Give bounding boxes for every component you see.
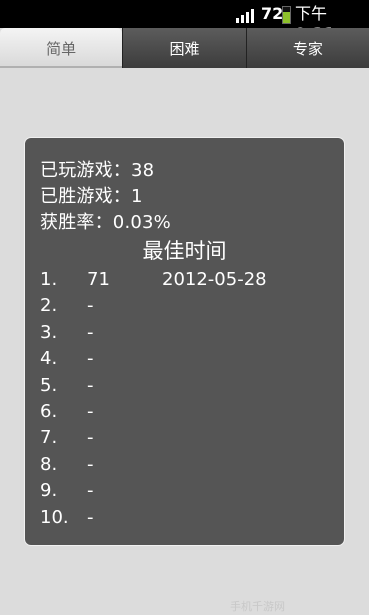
list-item: 7. - <box>40 425 344 451</box>
watermark: 手机千游网 <box>230 600 285 613</box>
best-time-value: 71 <box>87 269 110 290</box>
list-item: 3. - <box>40 320 344 346</box>
list-item: 2. - <box>40 293 344 319</box>
rank-number: 5. <box>40 374 58 396</box>
battery-icon <box>282 6 291 24</box>
status-bar: 72 下午 9:31 <box>0 0 369 43</box>
list-item: 8. - <box>40 452 344 478</box>
best-time-value: - <box>87 506 94 528</box>
best-times-title: 最佳时间 <box>142 239 227 263</box>
list-item: 1. 71 2012-05-28 <box>40 267 344 293</box>
rank-number: 2. <box>40 295 58 317</box>
rank-number: 3. <box>40 321 58 343</box>
best-time-value: - <box>87 374 94 396</box>
best-time-value: - <box>87 348 94 370</box>
rank-number: 6. <box>40 400 58 422</box>
rank-number: 7. <box>40 427 58 449</box>
list-item: 4. - <box>40 346 344 372</box>
tab-hard[interactable]: 困难 <box>122 28 246 68</box>
win-rate: 获胜率：0.03% <box>40 212 171 233</box>
best-time-value: - <box>87 427 94 449</box>
best-times-list: 1. 71 2012-05-28 2. -3. -4. -5. -6. -7. -8. -9. -10… <box>40 267 344 531</box>
best-time-date: 2012-05-28 <box>162 269 267 290</box>
difficulty-tabs: 简单 困难 专家 <box>0 28 369 68</box>
best-time-value: - <box>87 453 94 475</box>
best-time-value: - <box>87 321 94 343</box>
best-time-value: - <box>87 400 94 422</box>
games-played: 已玩游戏：38 <box>40 160 155 181</box>
signal-icon <box>236 7 258 23</box>
tab-expert[interactable]: 专家 <box>245 28 369 68</box>
tab-easy[interactable]: 简单 <box>0 28 123 68</box>
rank-number: 4. <box>40 348 58 370</box>
rank-number: 8. <box>40 453 58 475</box>
rank-number: 10. <box>40 506 69 528</box>
list-item: 6. - <box>40 399 344 425</box>
list-item: 10. - <box>40 505 344 531</box>
best-time-value: - <box>87 295 94 317</box>
battery-percent: 72 <box>261 4 284 23</box>
list-item: 5. - <box>40 373 344 399</box>
games-won: 已胜游戏：1 <box>40 186 143 207</box>
statistics-panel: 已玩游戏：38 已胜游戏：1 获胜率：0.03% 最佳时间 1. 71 2012-0… <box>25 138 344 545</box>
clock-period: 下午 <box>295 4 328 23</box>
best-time-value: - <box>87 480 94 502</box>
rank-number: 1. <box>40 269 58 290</box>
rank-number: 9. <box>40 480 58 502</box>
list-item: 9. - <box>40 478 344 504</box>
